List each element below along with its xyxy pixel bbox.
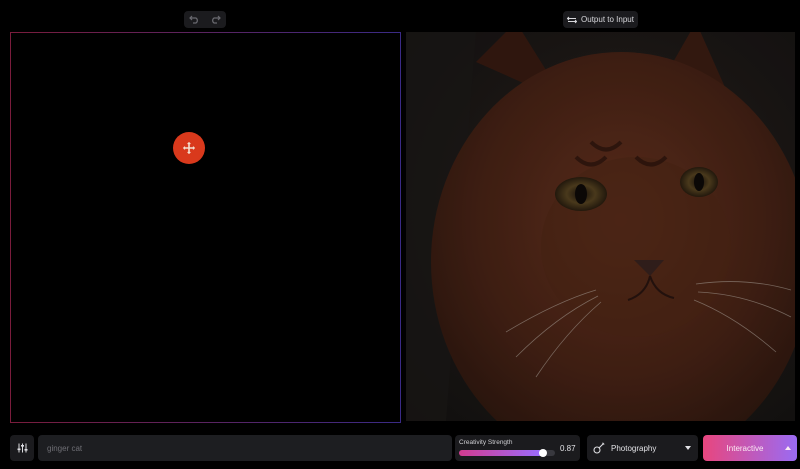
- brush-cursor[interactable]: [173, 132, 205, 164]
- output-image: [406, 32, 795, 421]
- output-to-input-button[interactable]: Output to Input: [563, 11, 638, 28]
- bottom-toolbar: Creativity Strength 0.87 Photography Int…: [0, 433, 800, 463]
- interactive-mode-button[interactable]: Interactive: [703, 435, 797, 461]
- drawing-canvas[interactable]: [10, 32, 401, 423]
- creativity-strength-control: Creativity Strength 0.87: [455, 435, 580, 461]
- creativity-strength-value: 0.87: [560, 444, 576, 453]
- redo-button[interactable]: [205, 11, 226, 28]
- prompt-input[interactable]: [38, 435, 452, 461]
- chevron-down-icon: [685, 446, 691, 450]
- style-dropdown[interactable]: Photography: [587, 435, 698, 461]
- chevron-up-icon: [785, 446, 791, 450]
- creativity-strength-slider[interactable]: [459, 449, 555, 457]
- creativity-strength-label: Creativity Strength: [459, 439, 513, 446]
- output-to-input-label: Output to Input: [581, 15, 634, 24]
- slider-thumb[interactable]: [538, 449, 547, 457]
- undo-button[interactable]: [184, 11, 205, 28]
- sliders-icon: [17, 443, 27, 453]
- crosshair-move-icon: [183, 142, 195, 154]
- cat-photo: [406, 32, 795, 421]
- swap-arrows-icon: [567, 16, 578, 23]
- style-label: Photography: [611, 444, 657, 453]
- undo-icon: [189, 15, 198, 24]
- guitar-icon: [593, 442, 605, 454]
- history-controls: [184, 11, 226, 28]
- slider-fill: [459, 450, 543, 456]
- settings-button[interactable]: [10, 435, 34, 461]
- redo-icon: [212, 15, 221, 24]
- mode-label: Interactive: [726, 444, 764, 453]
